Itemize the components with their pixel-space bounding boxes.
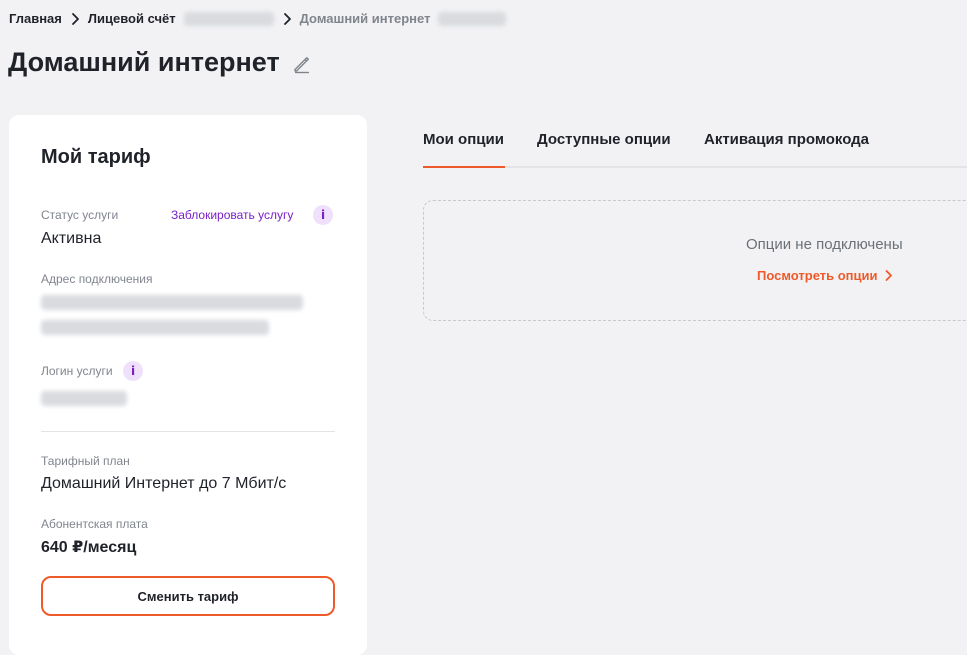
tab-my-options[interactable]: Мои опции — [423, 131, 504, 148]
plan-label: Тарифный план — [41, 454, 130, 468]
see-options-label: Посмотреть опции — [757, 268, 878, 283]
tariff-card: Мой тариф Статус услуги Заблокировать ус… — [9, 115, 367, 655]
chevron-right-icon — [283, 12, 291, 25]
block-service-link[interactable]: Заблокировать услугу — [171, 208, 293, 222]
page-title-text: Домашний интернет — [8, 47, 280, 77]
info-icon[interactable]: i — [313, 205, 333, 225]
account-number-redacted — [183, 11, 274, 26]
login-label: Логин услуги — [41, 364, 113, 378]
breadcrumb-home[interactable]: Главная — [9, 11, 62, 26]
fee-value: 640 ₽/месяц — [41, 539, 137, 556]
see-options-link[interactable]: Посмотреть опции — [757, 268, 893, 283]
tab-available-options[interactable]: Доступные опции — [537, 131, 671, 148]
address-line-1-redacted — [41, 295, 303, 310]
service-number-redacted — [438, 11, 507, 26]
login-redacted — [41, 391, 127, 406]
breadcrumb-account[interactable]: Лицевой счёт — [88, 11, 176, 26]
address-line-2-redacted — [41, 320, 269, 335]
status-label: Статус услуги — [41, 208, 119, 222]
breadcrumb-current: Домашний интернет — [299, 11, 431, 26]
active-tab-indicator — [423, 166, 505, 168]
chevron-right-icon — [885, 270, 892, 281]
chevron-right-icon — [71, 12, 79, 25]
card-title: Мой тариф — [41, 146, 151, 168]
change-tariff-button[interactable]: Сменить тариф — [41, 576, 335, 616]
breadcrumb: Главная Лицевой счёт Домашний интернет — [9, 11, 507, 26]
empty-options-text: Опции не подключены — [746, 236, 903, 253]
divider — [41, 431, 335, 432]
info-icon[interactable]: i — [123, 361, 143, 381]
fee-label: Абонентская плата — [41, 517, 148, 531]
status-value: Активна — [41, 230, 102, 247]
address-label: Адрес подключения — [41, 272, 153, 286]
plan-value: Домашний Интернет до 7 Мбит/с — [41, 475, 287, 492]
pencil-icon[interactable] — [292, 54, 312, 74]
tab-promo-activation[interactable]: Активация промокода — [704, 131, 869, 148]
page-title: Домашний интернет — [8, 47, 312, 78]
options-tabs: Мои опции Доступные опции Активация пром… — [423, 120, 967, 168]
options-empty-panel — [423, 200, 967, 321]
